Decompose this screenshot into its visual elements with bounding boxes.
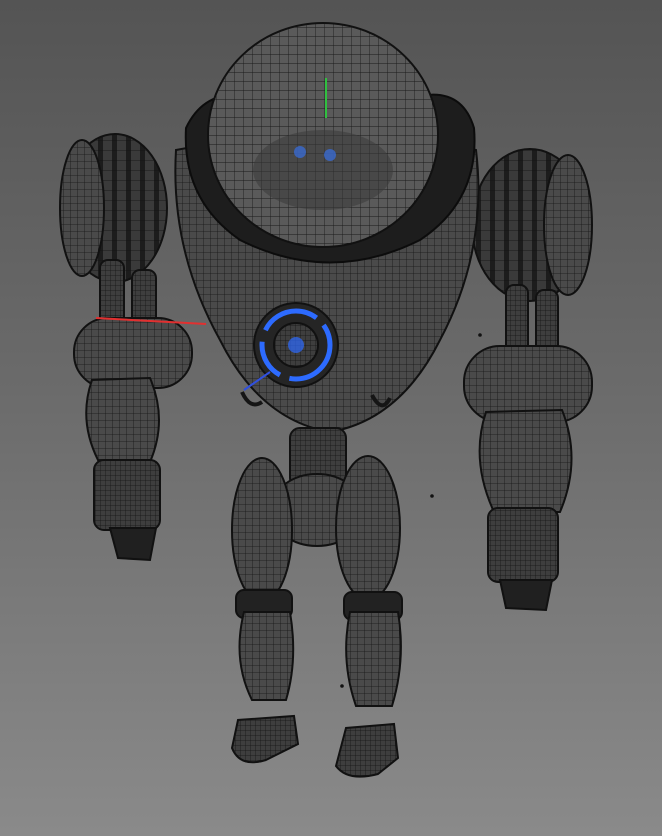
left-leg xyxy=(230,457,300,764)
right-shoulder xyxy=(471,148,593,302)
robot-model[interactable] xyxy=(0,0,662,836)
left-arm xyxy=(73,259,193,562)
3d-viewport[interactable] xyxy=(0,0,662,836)
head-dome xyxy=(207,22,439,248)
right-arm xyxy=(463,284,593,612)
right-leg xyxy=(334,455,403,778)
